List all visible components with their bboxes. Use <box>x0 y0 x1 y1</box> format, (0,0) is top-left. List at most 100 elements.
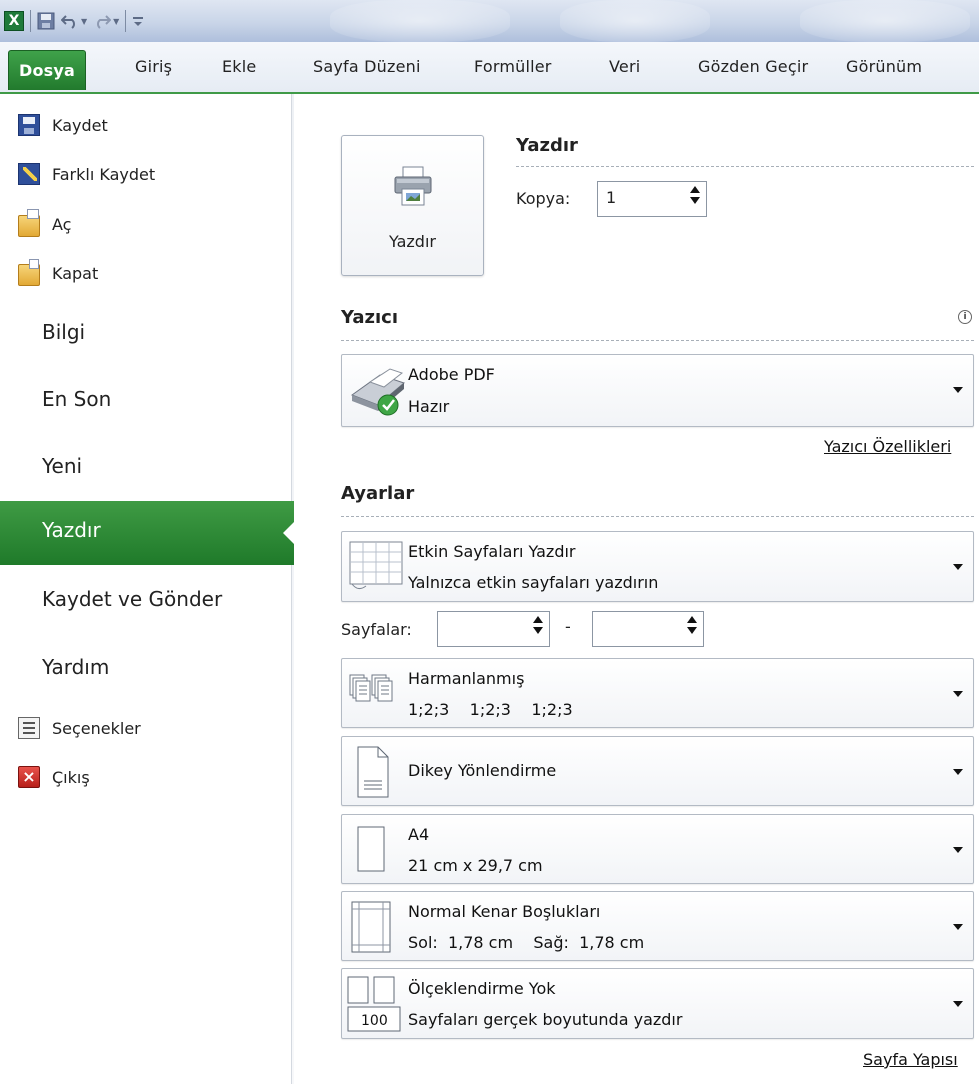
info-icon[interactable]: i <box>958 310 972 324</box>
title-bar-glow <box>560 0 710 42</box>
printer-ready-icon <box>350 368 406 416</box>
tab-review[interactable]: Gözden Geçir <box>698 54 808 80</box>
print-what-sub: Yalnızca etkin sayfaları yazdırın <box>408 573 659 592</box>
print-section-divider <box>516 166 974 167</box>
tab-page-layout[interactable]: Sayfa Düzeni <box>313 54 421 80</box>
printer-status: Hazır <box>408 397 450 416</box>
save-as-icon <box>18 163 40 185</box>
save-icon[interactable] <box>37 12 55 30</box>
chevron-down-icon <box>953 1001 963 1007</box>
scaling-icon: 100 <box>347 976 401 1032</box>
tab-file[interactable]: Dosya <box>8 50 87 90</box>
nav-print-label: Yazdır <box>42 518 101 542</box>
printer-section-title: Yazıcı <box>341 307 399 328</box>
nav-options[interactable]: Seçenekler <box>18 713 141 743</box>
spin-up-icon[interactable] <box>687 616 697 623</box>
pages-to-spin-arrows[interactable] <box>687 616 699 634</box>
title-bar-glow <box>800 0 970 42</box>
nav-save-label: Kaydet <box>52 115 108 135</box>
settings-section-divider <box>341 516 974 517</box>
page-setup-link[interactable]: Sayfa Yapısı <box>863 1050 958 1069</box>
tab-insert[interactable]: Ekle <box>222 54 256 80</box>
nav-recent[interactable]: En Son <box>42 387 111 411</box>
nav-save-as[interactable]: Farklı Kaydet <box>18 159 155 189</box>
copies-value: 1 <box>606 188 617 207</box>
settings-section-title: Ayarlar <box>341 483 415 504</box>
printer-name: Adobe PDF <box>408 365 495 384</box>
collated-pages-icon <box>349 674 393 702</box>
orientation-main: Dikey Yönlendirme <box>408 761 557 780</box>
print-what-dropdown[interactable]: Etkin Sayfaları Yazdır Yalnızca etkin sa… <box>341 531 974 602</box>
nav-close[interactable]: Kapat <box>18 258 98 288</box>
excel-logo-icon[interactable]: X <box>4 11 24 31</box>
nav-exit[interactable]: × Çıkış <box>18 762 90 792</box>
copies-stepper[interactable]: 1 <box>597 181 707 217</box>
qat-separator <box>125 10 127 32</box>
printer-properties-link[interactable]: Yazıcı Özellikleri <box>824 437 951 456</box>
nav-help[interactable]: Yardım <box>42 655 109 679</box>
nav-exit-label: Çıkış <box>52 767 90 787</box>
printer-dropdown[interactable]: Adobe PDF Hazır <box>341 354 974 427</box>
title-bar: X ▼ ▼ <box>0 0 979 42</box>
save-icon <box>18 114 40 136</box>
nav-save[interactable]: Kaydet <box>18 110 108 140</box>
chevron-down-icon <box>953 924 963 930</box>
margins-main: Normal Kenar Boşlukları <box>408 902 601 921</box>
nav-close-label: Kapat <box>52 263 99 283</box>
collation-dropdown[interactable]: Harmanlanmış 1;2;3 1;2;3 1;2;3 <box>341 658 974 728</box>
title-bar-glow <box>330 0 510 42</box>
nav-open-label: Aç <box>52 214 72 234</box>
open-folder-icon <box>18 209 40 237</box>
paper-size-sub: 21 cm x 29,7 cm <box>408 856 543 875</box>
scaling-icon-text: 100 <box>361 1013 388 1029</box>
orientation-dropdown[interactable]: Dikey Yönlendirme <box>341 736 974 806</box>
print-section-title: Yazdır <box>516 135 578 156</box>
undo-icon[interactable]: ▼ <box>61 13 87 29</box>
tab-view[interactable]: Görünüm <box>846 54 922 80</box>
nav-print-active[interactable]: Yazdır <box>0 501 295 565</box>
printer-section-divider <box>341 340 974 341</box>
active-sheets-icon <box>349 541 403 590</box>
copies-spin-arrows[interactable] <box>690 186 702 204</box>
paper-size-icon <box>357 826 385 872</box>
copies-label: Kopya: <box>516 189 571 208</box>
scaling-dropdown[interactable]: 100 Ölçeklendirme Yok Sayfaları gerçek b… <box>341 968 974 1039</box>
print-button[interactable]: Yazdır <box>341 135 484 276</box>
spin-down-icon[interactable] <box>687 627 697 634</box>
print-button-label: Yazdır <box>389 232 436 251</box>
pages-from-spin-arrows[interactable] <box>533 616 545 634</box>
ribbon-tab-bar: Dosya Giriş Ekle Sayfa Düzeni Formüller … <box>0 42 979 94</box>
spin-up-icon[interactable] <box>690 186 700 193</box>
nav-info[interactable]: Bilgi <box>42 320 85 344</box>
margins-icon <box>351 901 391 953</box>
nav-open[interactable]: Aç <box>18 209 71 239</box>
spin-down-icon[interactable] <box>533 627 543 634</box>
tab-data[interactable]: Veri <box>609 54 640 80</box>
nav-save-and-send[interactable]: Kaydet ve Gönder <box>42 587 222 611</box>
spin-down-icon[interactable] <box>690 197 700 204</box>
tab-home[interactable]: Giriş <box>135 54 172 80</box>
portrait-page-icon <box>357 746 389 798</box>
margins-sub: Sol: 1,78 cm Sağ: 1,78 cm <box>408 933 645 952</box>
chevron-down-icon <box>953 691 963 697</box>
chevron-down-icon <box>953 847 963 853</box>
collation-sub: 1;2;3 1;2;3 1;2;3 <box>408 700 573 719</box>
pages-separator: - <box>565 617 571 636</box>
options-icon <box>18 717 40 739</box>
chevron-down-icon <box>953 769 963 775</box>
paper-size-dropdown[interactable]: A4 21 cm x 29,7 cm <box>341 814 974 884</box>
tab-formulas[interactable]: Formüller <box>474 54 552 80</box>
close-folder-icon <box>18 259 40 286</box>
chevron-down-icon <box>953 387 963 393</box>
nav-options-label: Seçenekler <box>52 718 141 738</box>
pages-to-stepper[interactable] <box>592 611 704 647</box>
nav-save-as-label: Farklı Kaydet <box>52 164 156 184</box>
margins-dropdown[interactable]: Normal Kenar Boşlukları Sol: 1,78 cm Sağ… <box>341 891 974 961</box>
redo-icon[interactable]: ▼ <box>93 13 119 29</box>
customize-qat-icon[interactable] <box>132 14 144 28</box>
nav-new[interactable]: Yeni <box>42 454 82 478</box>
scaling-main: Ölçeklendirme Yok <box>408 979 556 998</box>
pages-from-stepper[interactable] <box>437 611 550 647</box>
quick-access-toolbar: X ▼ ▼ <box>4 6 144 36</box>
spin-up-icon[interactable] <box>533 616 543 623</box>
